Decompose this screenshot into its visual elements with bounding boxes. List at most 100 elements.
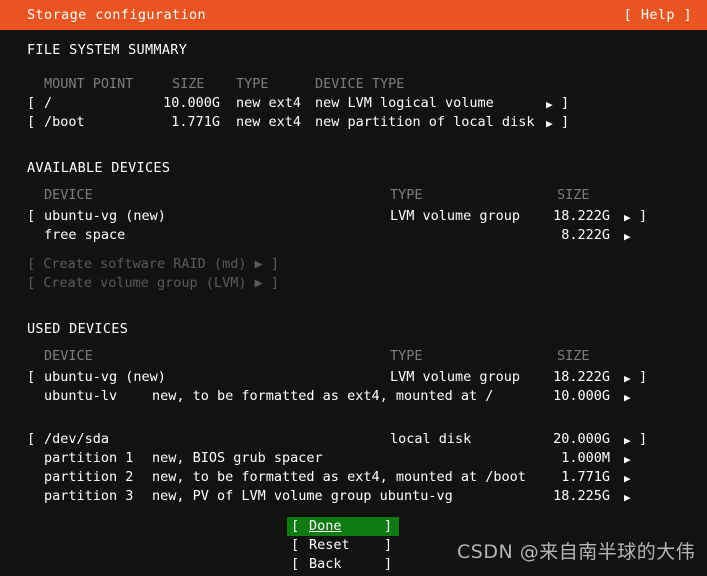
section-title-used-devices: USED DEVICES	[27, 321, 129, 337]
row-open-bracket: [	[27, 208, 36, 224]
screen-body: FILE SYSTEM SUMMARY MOUNT POINT SIZE TYP…	[0, 30, 707, 576]
page-title: Storage configuration	[27, 6, 207, 23]
button-open-bracket: [	[291, 518, 300, 534]
used-device-child-row-ubuntu-lv[interactable]: ubuntu-lv new, to be formatted as ext4, …	[0, 387, 707, 406]
expand-arrow-icon[interactable]: ▶	[624, 369, 631, 388]
type-value: local disk	[390, 431, 472, 447]
column-header-type: TYPE	[390, 348, 423, 364]
reset-button[interactable]: [ Reset ]	[287, 536, 399, 555]
size-value: 18.222G	[553, 208, 610, 224]
used-device-child-row-partition-2[interactable]: partition 2 new, to be formatted as ext4…	[0, 468, 707, 487]
create-software-raid-label: [ Create software RAID (md) ▶ ]	[27, 256, 279, 272]
type-value: new ext4	[236, 95, 302, 111]
type-value: new ext4	[236, 114, 302, 130]
column-header-size: SIZE	[557, 348, 590, 364]
button-stack: [ Done ] [ Reset ] [ Back ]	[287, 517, 399, 574]
button-open-bracket: [	[291, 556, 300, 572]
used-devices-column-headers: DEVICE TYPE SIZE	[0, 347, 707, 366]
help-button[interactable]: [ Help ]	[624, 6, 692, 25]
size-value: 1.771G	[561, 469, 610, 485]
column-header-size: SIZE	[557, 187, 590, 203]
device-value: /dev/sda	[44, 431, 110, 447]
size-value: 1.000M	[561, 450, 610, 466]
column-header-size: SIZE	[172, 76, 205, 92]
expand-arrow-icon[interactable]: ▶	[624, 488, 631, 507]
used-device-row-ubuntu-vg[interactable]: [ ubuntu-vg (new) LVM volume group 18.22…	[0, 368, 707, 387]
child-description: new, to be formatted as ext4, mounted at…	[152, 388, 494, 404]
row-open-bracket: [	[27, 95, 36, 111]
type-value: LVM volume group	[390, 369, 521, 385]
available-device-row-ubuntu-vg[interactable]: [ ubuntu-vg (new) LVM volume group 18.22…	[0, 207, 707, 226]
column-header-type: TYPE	[390, 187, 423, 203]
filesystem-summary-row[interactable]: [ /boot 1.771G new ext4 new partition of…	[0, 113, 707, 132]
size-value: 1.771G	[171, 114, 220, 130]
section-title-available-devices: AVAILABLE DEVICES	[27, 160, 171, 176]
size-value: 18.222G	[553, 369, 610, 385]
done-button-label: Done	[309, 518, 342, 534]
row-close-bracket: ]	[561, 114, 570, 130]
column-header-device: DEVICE	[44, 187, 93, 203]
size-value: 8.222G	[561, 227, 610, 243]
storage-configuration-screen: Storage configuration [ Help ] FILE SYST…	[0, 0, 707, 576]
available-devices-column-headers: DEVICE TYPE SIZE	[0, 186, 707, 205]
device-value: ubuntu-vg (new)	[44, 208, 166, 224]
row-open-bracket: [	[27, 369, 36, 385]
expand-arrow-icon[interactable]: ▶	[624, 450, 631, 469]
filesystem-summary-row[interactable]: [ / 10.000G new ext4 new LVM logical vol…	[0, 94, 707, 113]
button-close-bracket: ]	[384, 518, 393, 534]
title-bar: Storage configuration [ Help ]	[0, 0, 707, 30]
used-device-row-dev-sda[interactable]: [ /dev/sda local disk 20.000G ▶ ]	[0, 430, 707, 449]
size-value: 18.225G	[553, 488, 610, 504]
child-description: new, to be formatted as ext4, mounted at…	[152, 469, 526, 485]
device-type-value: new partition of local disk	[315, 114, 535, 130]
available-device-row-free-space[interactable]: free space 8.222G ▶	[0, 226, 707, 245]
create-software-raid-button[interactable]: [ Create software RAID (md) ▶ ]	[0, 255, 707, 274]
mount-point-value: /	[44, 95, 53, 111]
row-close-bracket: ]	[639, 369, 648, 385]
section-title-filesystem-summary: FILE SYSTEM SUMMARY	[27, 42, 188, 58]
row-open-bracket: [	[27, 114, 36, 130]
row-close-bracket: ]	[561, 95, 570, 111]
column-header-device: DEVICE	[44, 348, 93, 364]
expand-arrow-icon[interactable]: ▶	[624, 208, 631, 227]
expand-arrow-icon[interactable]: ▶	[624, 227, 631, 246]
expand-arrow-icon[interactable]: ▶	[546, 114, 553, 133]
filesystem-summary-column-headers: MOUNT POINT SIZE TYPE DEVICE TYPE	[0, 75, 707, 94]
create-volume-group-button[interactable]: [ Create volume group (LVM) ▶ ]	[0, 274, 707, 293]
expand-arrow-icon[interactable]: ▶	[624, 431, 631, 450]
expand-arrow-icon[interactable]: ▶	[624, 388, 631, 407]
expand-arrow-icon[interactable]: ▶	[624, 469, 631, 488]
back-button-label: Back	[309, 556, 342, 572]
used-device-child-row-partition-1[interactable]: partition 1 new, BIOS grub spacer 1.000M…	[0, 449, 707, 468]
column-header-mount-point: MOUNT POINT	[44, 76, 134, 92]
child-name: ubuntu-lv	[44, 388, 118, 404]
child-description: new, PV of LVM volume group ubuntu-vg	[152, 488, 453, 504]
device-type-value: new LVM logical volume	[315, 95, 494, 111]
back-button[interactable]: [ Back ]	[287, 555, 399, 574]
column-header-device-type: DEVICE TYPE	[315, 76, 405, 92]
reset-button-label: Reset	[309, 537, 350, 553]
column-header-type: TYPE	[236, 76, 269, 92]
size-value: 20.000G	[553, 431, 610, 447]
child-name: partition 3	[44, 488, 134, 504]
done-button[interactable]: [ Done ]	[287, 517, 399, 536]
size-value: 10.000G	[163, 95, 220, 111]
row-close-bracket: ]	[639, 431, 648, 447]
device-value: ubuntu-vg (new)	[44, 369, 166, 385]
button-open-bracket: [	[291, 537, 300, 553]
used-device-child-row-partition-3[interactable]: partition 3 new, PV of LVM volume group …	[0, 487, 707, 506]
child-description: new, BIOS grub spacer	[152, 450, 323, 466]
row-close-bracket: ]	[639, 208, 648, 224]
mount-point-value: /boot	[44, 114, 85, 130]
row-open-bracket: [	[27, 431, 36, 447]
size-value: 10.000G	[553, 388, 610, 404]
device-value: free space	[44, 227, 126, 243]
button-close-bracket: ]	[384, 556, 393, 572]
create-volume-group-label: [ Create volume group (LVM) ▶ ]	[27, 275, 279, 291]
child-name: partition 2	[44, 469, 134, 485]
type-value: LVM volume group	[390, 208, 521, 224]
button-close-bracket: ]	[384, 537, 393, 553]
watermark: CSDN @来自南半球的大伟	[457, 541, 696, 563]
expand-arrow-icon[interactable]: ▶	[546, 95, 553, 114]
child-name: partition 1	[44, 450, 134, 466]
